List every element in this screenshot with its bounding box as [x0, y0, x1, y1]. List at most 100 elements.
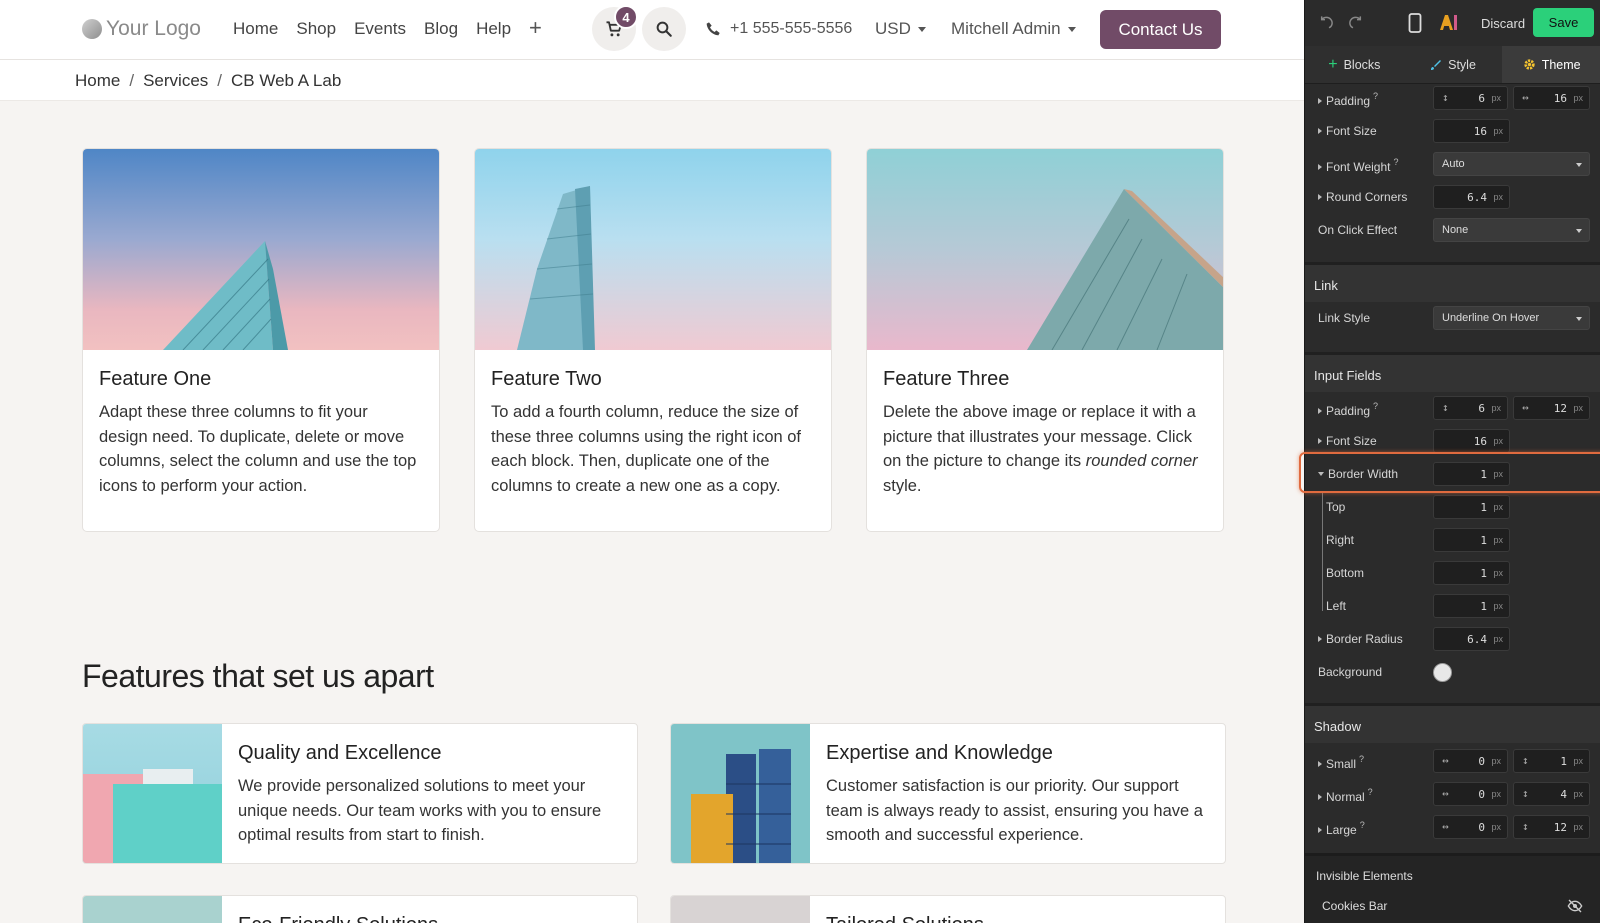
tab-blocks[interactable]: + Blocks [1305, 46, 1404, 83]
button-font-size-input[interactable]: 16 px [1433, 119, 1510, 143]
site-logo[interactable]: Your Logo [82, 17, 201, 41]
menu-item-shop[interactable]: Shop [296, 19, 336, 39]
input-padding-y-input[interactable]: ↕ 6 px [1433, 396, 1508, 420]
border-bottom-input[interactable]: 1 px [1433, 561, 1510, 585]
shadow-large-x-input[interactable]: ↔ 0 px [1433, 815, 1508, 839]
feature-card-two[interactable]: Feature Two To add a fourth column, redu… [474, 148, 832, 532]
border-right-row: Right 1 px [1305, 524, 1600, 557]
feature-expertise-card[interactable]: Expertise and Knowledge Customer satisfa… [670, 723, 1226, 864]
brush-icon [1431, 59, 1442, 70]
expand-icon[interactable] [1318, 164, 1322, 170]
menu-item-home[interactable]: Home [233, 19, 278, 39]
shadow-small-row: Small? ↔ 0 px ↕ 1 px [1305, 745, 1600, 778]
editor-tabs: + Blocks Style Theme [1305, 46, 1600, 84]
currency-value: USD [875, 19, 911, 38]
cookies-bar-item[interactable]: Cookies Bar [1322, 899, 1387, 913]
shadow-normal-x-input[interactable]: ↔ 0 px [1433, 782, 1508, 806]
background-color-swatch[interactable] [1433, 663, 1452, 682]
menu-item-help[interactable]: Help [476, 19, 511, 39]
feature-tailored-card[interactable]: Tailored Solutions [670, 895, 1226, 923]
vertical-arrows-icon: ↕ [1522, 754, 1529, 767]
shadow-section-header: Shadow [1305, 703, 1600, 743]
expand-icon[interactable] [1318, 194, 1322, 200]
button-font-size-row: Font Size 16 px [1305, 115, 1600, 148]
quality-text: We provide personalized solutions to mee… [238, 777, 602, 844]
feature-three-image[interactable] [867, 149, 1223, 350]
currency-dropdown[interactable]: USD [875, 19, 926, 39]
feature-three-title: Feature Three [883, 368, 1010, 390]
vertical-arrows-icon: ↕ [1522, 787, 1529, 800]
expand-icon[interactable] [1318, 128, 1322, 134]
shadow-normal-y-input[interactable]: ↕ 4 px [1513, 782, 1590, 806]
border-right-input[interactable]: 1 px [1433, 528, 1510, 552]
feature-eco-card[interactable]: Eco-Friendly Solutions [82, 895, 638, 923]
button-padding-y-input[interactable]: ↕ 6 px [1433, 86, 1508, 110]
feature-quality-card[interactable]: Quality and Excellence We provide person… [82, 723, 638, 864]
tab-theme[interactable]: Theme [1502, 46, 1600, 83]
user-name: Mitchell Admin [951, 19, 1061, 38]
eco-image[interactable] [83, 896, 222, 923]
tailored-image[interactable] [671, 896, 810, 923]
undo-icon[interactable] [1319, 15, 1335, 31]
phone-link[interactable]: +1 555-555-5556 [705, 20, 852, 38]
expand-icon[interactable] [1318, 438, 1322, 444]
button-padding-x-input[interactable]: ↔ 16 px [1513, 86, 1590, 110]
expand-icon[interactable] [1318, 98, 1322, 104]
round-corners-input[interactable]: 6.4 px [1433, 185, 1510, 209]
feature-one-image[interactable] [83, 149, 439, 350]
feature-card-three[interactable]: Feature Three Delete the above image or … [866, 148, 1224, 532]
link-style-select[interactable]: Underline On Hover [1433, 306, 1590, 330]
contact-us-button[interactable]: Contact Us [1100, 10, 1221, 49]
search-icon [656, 21, 672, 37]
border-radius-input[interactable]: 6.4 px [1433, 627, 1510, 651]
redo-icon[interactable] [1347, 15, 1363, 31]
phone-number: +1 555-555-5556 [730, 20, 853, 37]
menu-item-blog[interactable]: Blog [424, 19, 458, 39]
input-background-row: Background [1305, 656, 1600, 689]
breadcrumb: Home / Services / CB Web A Lab [0, 60, 1304, 101]
chevron-down-icon [1067, 27, 1076, 33]
invisible-elements-title: Invisible Elements [1316, 869, 1413, 883]
mobile-preview-icon[interactable] [1408, 13, 1422, 33]
expand-icon[interactable] [1318, 827, 1322, 833]
breadcrumb-home[interactable]: Home [75, 71, 120, 90]
shadow-large-y-input[interactable]: ↕ 12 px [1513, 815, 1590, 839]
input-font-size-input[interactable]: 16 px [1433, 429, 1510, 453]
ai-icon[interactable] [1439, 13, 1459, 31]
font-weight-select[interactable]: Auto [1433, 152, 1590, 176]
vertical-arrows-icon: ↕ [1442, 91, 1449, 104]
feature-card-one[interactable]: Feature One Adapt these three columns to… [82, 148, 440, 532]
user-menu-dropdown[interactable]: Mitchell Admin [951, 19, 1076, 39]
on-click-effect-select[interactable]: None [1433, 218, 1590, 242]
expand-icon[interactable] [1318, 794, 1322, 800]
expertise-title: Expertise and Knowledge [826, 742, 1053, 764]
help-icon: ? [1359, 820, 1365, 830]
expertise-image[interactable] [671, 724, 810, 863]
expand-icon[interactable] [1318, 636, 1322, 642]
add-menu-item-icon[interactable]: + [529, 17, 542, 39]
breadcrumb-services[interactable]: Services [143, 71, 208, 90]
tab-style[interactable]: Style [1404, 46, 1503, 83]
eye-slash-icon[interactable] [1567, 899, 1583, 913]
border-top-input[interactable]: 1 px [1433, 495, 1510, 519]
search-button[interactable] [642, 7, 686, 51]
tailored-title: Tailored Solutions [826, 914, 984, 923]
expand-icon[interactable] [1318, 761, 1322, 767]
border-left-input[interactable]: 1 px [1433, 594, 1510, 618]
shadow-normal-row: Normal? ↔ 0 px ↕ 4 px [1305, 778, 1600, 811]
cart-count-badge: 4 [614, 5, 638, 29]
menu-item-events[interactable]: Events [354, 19, 406, 39]
phone-icon [706, 22, 720, 36]
feature-two-title: Feature Two [491, 368, 602, 390]
help-icon: ? [1359, 754, 1365, 764]
features-heading: Features that set us apart [82, 658, 434, 694]
quality-image[interactable] [83, 724, 222, 863]
discard-button[interactable]: Discard [1481, 16, 1525, 31]
input-padding-x-input[interactable]: ↔ 12 px [1513, 396, 1590, 420]
expand-icon[interactable] [1318, 408, 1322, 414]
feature-two-image[interactable] [475, 149, 831, 350]
save-button[interactable]: Save [1533, 8, 1594, 37]
shadow-small-y-input[interactable]: ↕ 1 px [1513, 749, 1590, 773]
shadow-small-x-input[interactable]: ↔ 0 px [1433, 749, 1508, 773]
help-icon: ? [1373, 91, 1379, 101]
